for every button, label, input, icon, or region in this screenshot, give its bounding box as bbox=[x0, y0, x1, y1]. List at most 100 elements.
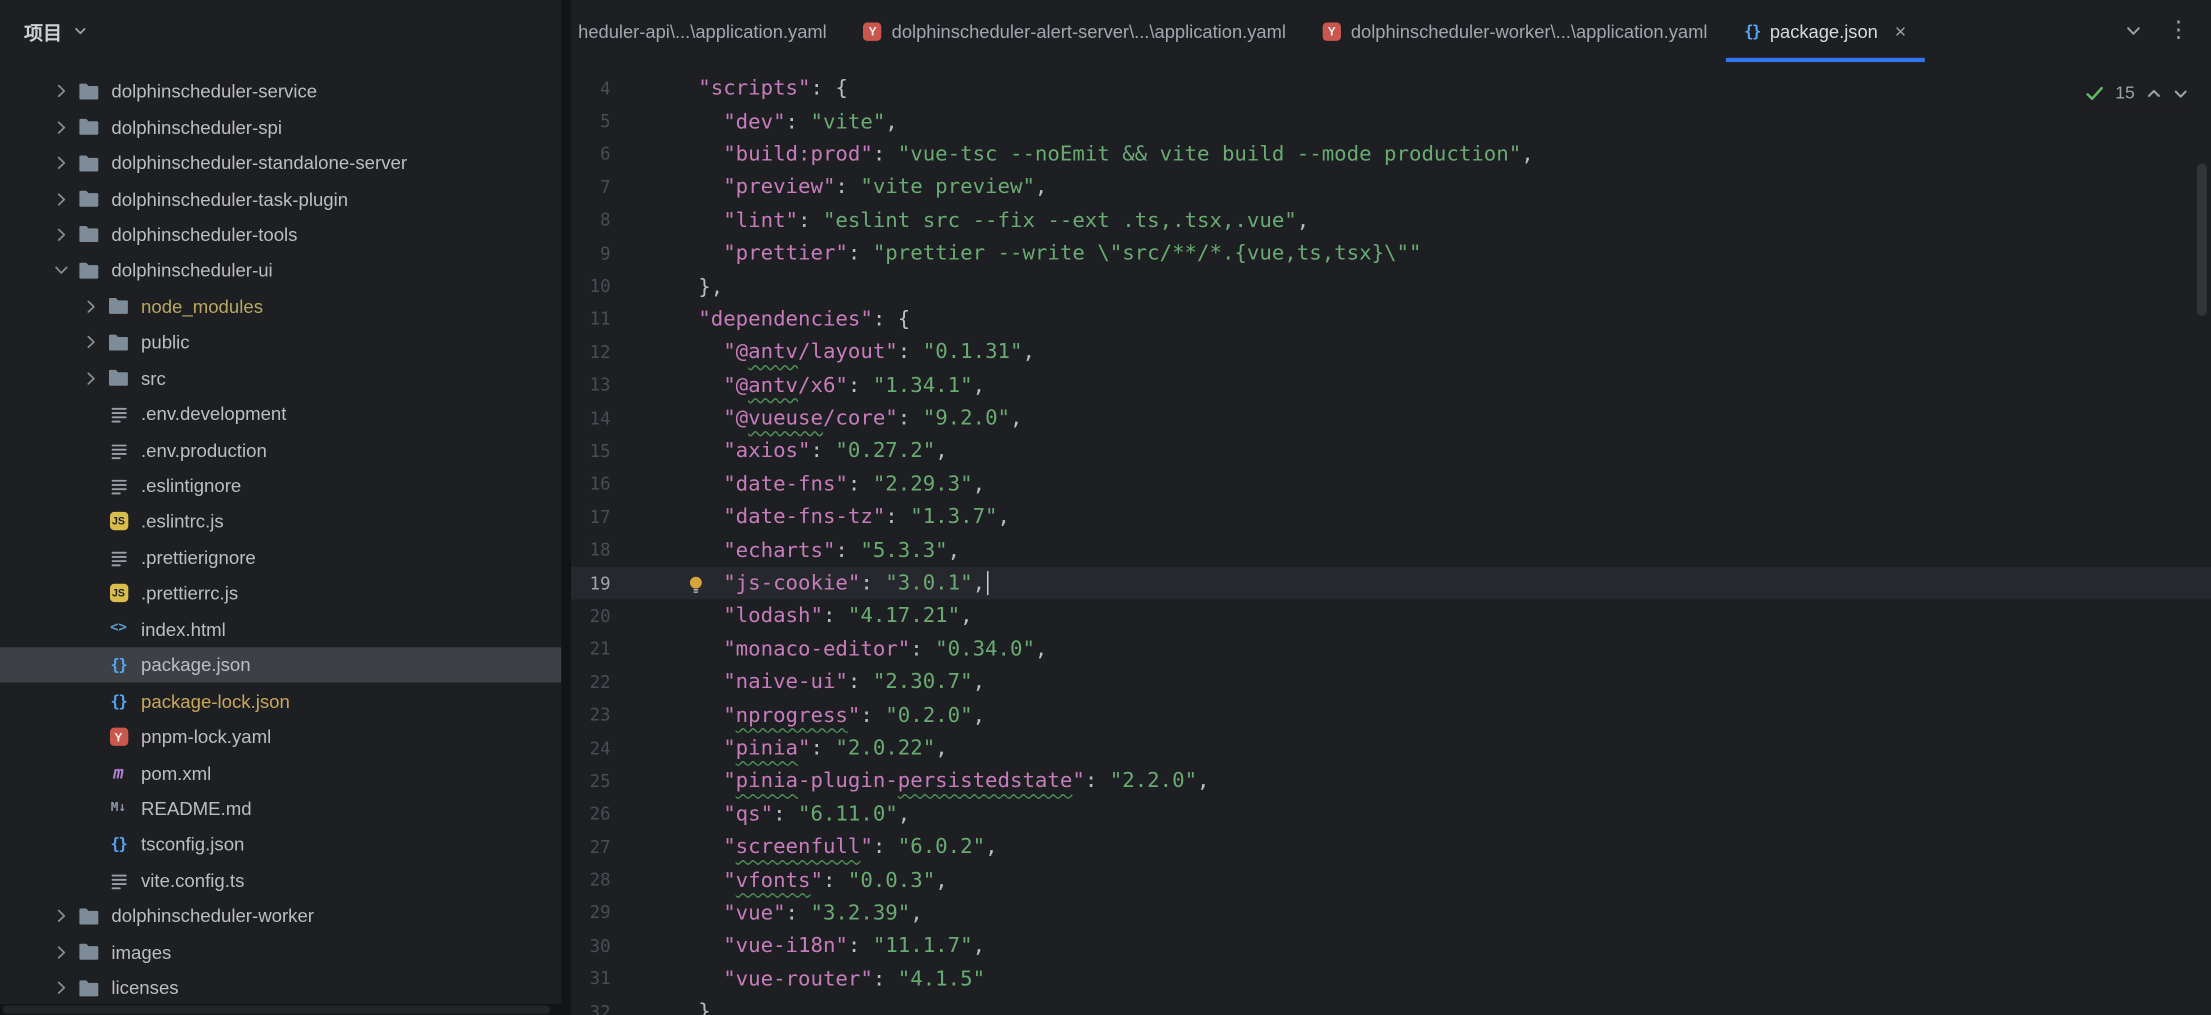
tree-item-eslintrc-js[interactable]: JS.eslintrc.js bbox=[0, 504, 561, 540]
editor-vertical-scrollbar-thumb[interactable] bbox=[2197, 164, 2207, 316]
code-line-7[interactable]: 7 "preview": "vite preview", bbox=[571, 171, 2211, 204]
code-line-14[interactable]: 14 "@vueuse/core": "9.2.0", bbox=[571, 402, 2211, 435]
code-line-23[interactable]: 23 "nprogress": "0.2.0", bbox=[571, 699, 2211, 732]
code-line-17[interactable]: 17 "date-fns-tz": "1.3.7", bbox=[571, 501, 2211, 534]
code-line-31[interactable]: 31 "vue-router": "4.1.5" bbox=[571, 962, 2211, 995]
code-line-12[interactable]: 12 "@antv/layout": "0.1.31", bbox=[571, 336, 2211, 369]
code-line-11[interactable]: 11 "dependencies": { bbox=[571, 303, 2211, 336]
code-line-8[interactable]: 8 "lint": "eslint src --fix --ext .ts,.t… bbox=[571, 204, 2211, 237]
tab-heduler-api-application-yaml[interactable]: heduler-api\...\application.yaml bbox=[571, 0, 845, 62]
code-line-25[interactable]: 25 "pinia-plugin-persistedstate": "2.2.0… bbox=[571, 765, 2211, 798]
tree-item-licenses[interactable]: licenses bbox=[0, 970, 561, 1006]
tree-item-env-production[interactable]: .env.production bbox=[0, 432, 561, 468]
intention-bulb-icon[interactable] bbox=[687, 574, 705, 594]
chevron-right-icon[interactable] bbox=[48, 221, 75, 248]
tree-item-dolphinscheduler-ui[interactable]: dolphinscheduler-ui bbox=[0, 253, 561, 289]
code-line-6[interactable]: 6 "build:prod": "vue-tsc --noEmit && vit… bbox=[571, 138, 2211, 171]
tab-dolphinscheduler-alert-server-application-yaml[interactable]: Ydolphinscheduler-alert-server\...\appli… bbox=[845, 0, 1304, 62]
prev-problem-chevron-up-icon[interactable] bbox=[2146, 85, 2162, 101]
code-line-16[interactable]: 16 "date-fns": "2.29.3", bbox=[571, 468, 2211, 501]
tree-item-images[interactable]: images bbox=[0, 934, 561, 970]
json-icon: {} bbox=[106, 652, 131, 677]
code-line-28[interactable]: 28 "vfonts": "0.0.3", bbox=[571, 863, 2211, 896]
code-line-22[interactable]: 22 "naive-ui": "2.30.7", bbox=[571, 666, 2211, 699]
close-icon[interactable]: × bbox=[1895, 21, 1907, 41]
chevron-right-icon[interactable] bbox=[78, 329, 105, 356]
chevron-spacer bbox=[78, 508, 105, 535]
tree-item-env-development[interactable]: .env.development bbox=[0, 396, 561, 432]
tree-item-index-html[interactable]: <>index.html bbox=[0, 611, 561, 647]
code-line-30[interactable]: 30 "vue-i18n": "11.1.7", bbox=[571, 929, 2211, 962]
code-line-10[interactable]: 10 }, bbox=[571, 270, 2211, 303]
code-line-text: "date-fns-tz": "1.3.7", bbox=[611, 505, 1010, 529]
tab-dolphinscheduler-worker-application-yaml[interactable]: Ydolphinscheduler-worker\...\application… bbox=[1304, 0, 1725, 62]
tree-item-node-modules[interactable]: node_modules bbox=[0, 289, 561, 325]
tree-item-package-lock-json[interactable]: {}package-lock.json bbox=[0, 683, 561, 719]
tree-item-tsconfig-json[interactable]: {}tsconfig.json bbox=[0, 827, 561, 863]
chevron-down-icon[interactable] bbox=[48, 257, 75, 284]
code-line-4[interactable]: 4 "scripts": { bbox=[571, 72, 2211, 105]
code-line-20[interactable]: 20 "lodash": "4.17.21", bbox=[571, 600, 2211, 633]
tree-item-vite-config-ts[interactable]: vite.config.ts bbox=[0, 862, 561, 898]
code-line-29[interactable]: 29 "vue": "3.2.39", bbox=[571, 896, 2211, 929]
tree-item-prettierignore[interactable]: .prettierignore bbox=[0, 540, 561, 576]
tree-item-label: dolphinscheduler-worker bbox=[111, 906, 314, 927]
code-line-27[interactable]: 27 "screenfull": "6.0.2", bbox=[571, 831, 2211, 864]
code-line-24[interactable]: 24 "pinia": "2.0.22", bbox=[571, 732, 2211, 765]
tree-horizontal-scrollbar-thumb[interactable] bbox=[3, 1005, 550, 1013]
tree-item-eslintignore[interactable]: .eslintignore bbox=[0, 468, 561, 504]
chevron-right-icon[interactable] bbox=[78, 365, 105, 392]
code-token: /layout" bbox=[798, 340, 898, 364]
tree-item-package-json[interactable]: {}package.json bbox=[0, 647, 561, 683]
code-line-21[interactable]: 21 "monaco-editor": "0.34.0", bbox=[571, 633, 2211, 666]
tree-item-readme-md[interactable]: M↓README.md bbox=[0, 791, 561, 827]
code-line-5[interactable]: 5 "dev": "vite", bbox=[571, 105, 2211, 138]
more-options-icon[interactable]: ⋮ bbox=[2167, 20, 2190, 43]
tab-list-chevron-down-icon[interactable] bbox=[2124, 21, 2144, 41]
tree-item-dolphinscheduler-service[interactable]: dolphinscheduler-service bbox=[0, 73, 561, 109]
tree-item-pnpm-lock-yaml[interactable]: Ypnpm-lock.yaml bbox=[0, 719, 561, 755]
chevron-right-icon[interactable] bbox=[48, 150, 75, 177]
tree-item-dolphinscheduler-spi[interactable]: dolphinscheduler-spi bbox=[0, 109, 561, 145]
code-line-9[interactable]: 9 "prettier": "prettier --write \"src/**… bbox=[571, 237, 2211, 270]
tab-package-json[interactable]: {}package.json× bbox=[1726, 0, 1925, 62]
code-token: "lodash" bbox=[673, 604, 823, 628]
tree-item-dolphinscheduler-worker[interactable]: dolphinscheduler-worker bbox=[0, 898, 561, 934]
code-token: "@ bbox=[673, 373, 748, 397]
chevron-right-icon[interactable] bbox=[78, 293, 105, 320]
code-token: "naive-ui" bbox=[673, 670, 848, 694]
code-token: screenfull bbox=[736, 835, 861, 859]
tree-item-prettierrc-js[interactable]: JS.prettierrc.js bbox=[0, 575, 561, 611]
code-editor[interactable]: 15 4 "scripts": {5 "dev": "vite",6 "buil… bbox=[571, 62, 2211, 1015]
tree-item-src[interactable]: src bbox=[0, 360, 561, 396]
code-line-26[interactable]: 26 "qs": "6.11.0", bbox=[571, 798, 2211, 831]
code-line-32[interactable]: 32 }, bbox=[571, 995, 2211, 1015]
chevron-right-icon[interactable] bbox=[48, 939, 75, 966]
chevron-spacer bbox=[78, 472, 105, 499]
panel-divider[interactable] bbox=[561, 0, 571, 1015]
next-problem-chevron-down-icon[interactable] bbox=[2173, 85, 2189, 101]
tree-horizontal-scrollbar[interactable] bbox=[0, 1004, 561, 1015]
code-token: , bbox=[973, 571, 985, 595]
chevron-right-icon[interactable] bbox=[48, 975, 75, 1002]
tree-item-dolphinscheduler-tools[interactable]: dolphinscheduler-tools bbox=[0, 217, 561, 253]
tree-item-pom-xml[interactable]: mpom.xml bbox=[0, 755, 561, 791]
chevron-right-icon[interactable] bbox=[48, 903, 75, 930]
tree-item-public[interactable]: public bbox=[0, 324, 561, 360]
code-token: "prettier" bbox=[673, 241, 848, 265]
tree-item-dolphinscheduler-standalone-server[interactable]: dolphinscheduler-standalone-server bbox=[0, 145, 561, 181]
project-panel-header[interactable]: 项目 bbox=[0, 0, 561, 62]
code-line-15[interactable]: 15 "axios": "0.27.2", bbox=[571, 435, 2211, 468]
chevron-right-icon[interactable] bbox=[48, 78, 75, 105]
chevron-right-icon[interactable] bbox=[48, 185, 75, 212]
code-line-18[interactable]: 18 "echarts": "5.3.3", bbox=[571, 534, 2211, 567]
code-line-13[interactable]: 13 "@antv/x6": "1.34.1", bbox=[571, 369, 2211, 402]
line-number: 4 bbox=[571, 79, 610, 99]
code-token: "9.2.0" bbox=[923, 406, 1010, 430]
code-token: , bbox=[898, 802, 910, 826]
inspections-widget[interactable]: 15 bbox=[2074, 79, 2199, 107]
chevron-right-icon[interactable] bbox=[48, 114, 75, 141]
tree-item-dolphinscheduler-task-plugin[interactable]: dolphinscheduler-task-plugin bbox=[0, 181, 561, 217]
code-line-19[interactable]: 19 "js-cookie": "3.0.1", bbox=[571, 567, 2211, 600]
json-icon: {} bbox=[1744, 23, 1760, 39]
